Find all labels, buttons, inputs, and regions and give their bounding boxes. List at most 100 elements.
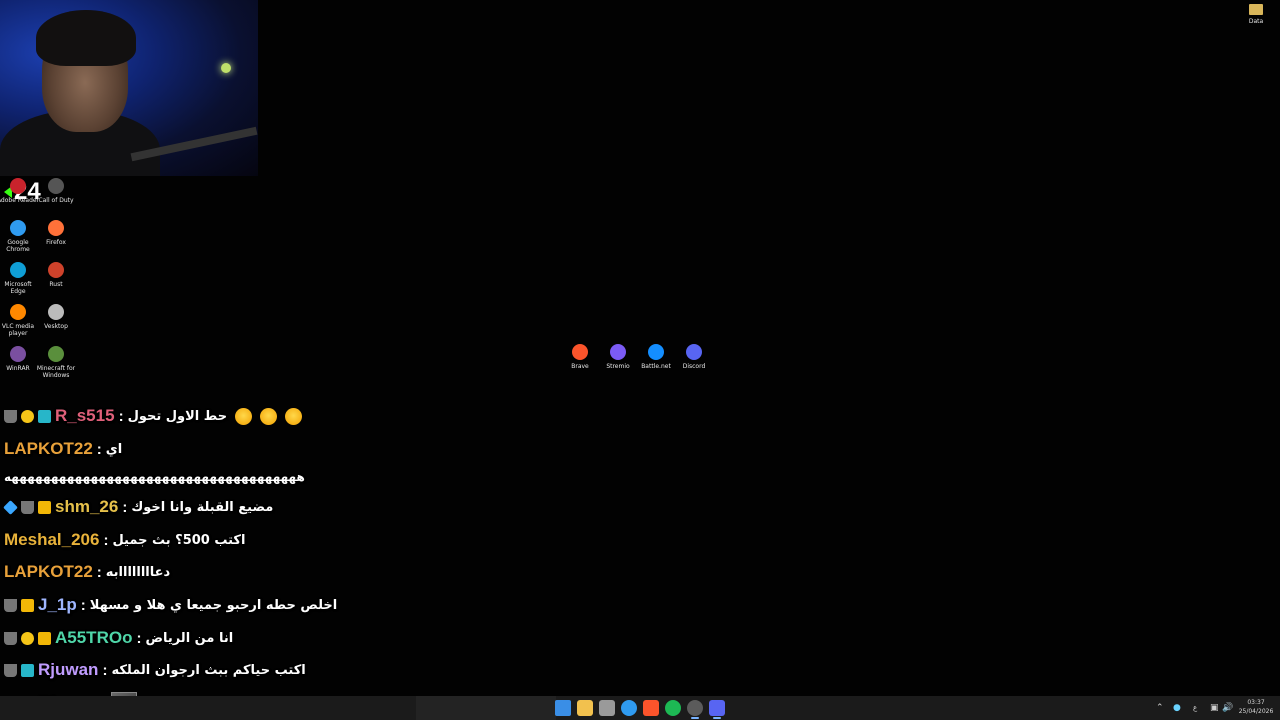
desktop-icon-label: Discord [682, 363, 706, 370]
taskbar-brave-icon[interactable] [643, 700, 659, 716]
chat-text: دعاااااااابه [105, 564, 171, 580]
desktop-icon-label: Vesktop [44, 323, 68, 330]
cube-badge-icon [3, 499, 18, 515]
folder-icon [1249, 4, 1263, 15]
chat-text: اكتب حياكم ببث ارجوان الملكه [111, 662, 306, 678]
chat-message: Rjuwan: اكتب حياكم ببث ارجوان الملكه [4, 656, 306, 684]
system-clock[interactable]: 03:37 25/04/2026 [1236, 698, 1276, 716]
app-icon [10, 220, 26, 236]
crown-badge-icon [38, 631, 51, 645]
taskbar-chrome-icon[interactable] [621, 700, 637, 716]
taskbar-start-icon[interactable] [555, 700, 571, 716]
chat-text: اي [105, 441, 123, 457]
crown-badge-icon [21, 598, 34, 612]
taskbar-store-icon[interactable] [599, 700, 615, 716]
taskbar-discord-icon[interactable] [709, 700, 725, 719]
cup-badge-icon [4, 663, 17, 677]
desktop-icon-data[interactable]: Data [1234, 4, 1278, 25]
desktop-icon-label: Rust [49, 281, 63, 288]
app-icon [10, 304, 26, 320]
chat-text: اكتب 500؟ بث جميل [112, 532, 246, 548]
chat-text: انا من الرياض [145, 630, 234, 646]
desktop-icon-label: Firefox [46, 239, 66, 246]
chat-username: LAPKOT22 [4, 439, 93, 458]
chat-separator: : [96, 563, 102, 581]
chat-message: shm_26: مضيع القبلة وانا اخوك [3, 493, 274, 521]
desktop-icon[interactable]: Minecraft for Windows [34, 346, 78, 379]
chat-separator: : [96, 440, 102, 458]
app-icon [648, 344, 664, 360]
chat-username: Meshal_206 [4, 530, 100, 549]
chat-message: هههههههههههههههههههههههههههههههههههههه [4, 463, 305, 491]
network-icon[interactable]: ▣ [1210, 701, 1219, 715]
chat-username: LAPKOT22 [4, 562, 93, 581]
taskbar: ⌃ ● ع ▣ 🔊 03:37 25/04/2026 [0, 696, 1280, 720]
app-icon [610, 344, 626, 360]
desktop-icon-label: Minecraft for Windows [36, 365, 76, 379]
app-icon [48, 304, 64, 320]
chat-text: مضيع القبلة وانا اخوك [131, 499, 274, 515]
chat-separator: : [118, 407, 124, 425]
chat-text: اخلص حطه ارحبو جميعا ي هلا و مسهلا [89, 597, 338, 613]
clock-date: 25/04/2026 [1238, 708, 1274, 715]
gift-badge-icon [21, 663, 34, 677]
chevron-up-icon[interactable]: ⌃ [1156, 701, 1164, 715]
chat-username: R_s515 [55, 406, 115, 425]
app-icon [10, 262, 26, 278]
chat-message: A55TROo: انا من الرياض [4, 624, 233, 652]
desktop-icon[interactable]: Rust [34, 262, 78, 288]
desktop: 24 Data Adobe Reader Call of Duty Google C… [0, 0, 1280, 696]
chat-message: Rjuwan: [4, 689, 138, 696]
cup-badge-icon [21, 500, 34, 514]
taskbar-file-explorer-icon[interactable] [577, 700, 593, 716]
chat-message: R_s515: حط الاول تحول [4, 402, 303, 430]
app-icon [572, 344, 588, 360]
app-icon [10, 178, 26, 194]
webcam-overlay [0, 0, 258, 176]
desktop-icon[interactable]: Call of Duty [34, 178, 78, 204]
chat-separator: : [80, 596, 86, 614]
chat-message: LAPKOT22: دعاااااااابه [4, 558, 170, 586]
taskbar-obs-icon[interactable] [687, 700, 703, 719]
chat-separator: : [103, 531, 109, 549]
microphone-icon[interactable]: ● [1173, 701, 1181, 715]
chat-text: حط الاول تحول [127, 408, 228, 424]
clock-time: 03:37 [1247, 699, 1265, 706]
chat-username: shm_26 [55, 497, 119, 516]
chat-message: J_1p: اخلص حطه ارحبو جميعا ي هلا و مسهلا [4, 591, 337, 619]
gift-badge-icon [38, 409, 51, 423]
laughing-emoji-icon [285, 407, 303, 425]
desktop-icon[interactable]: Vesktop [34, 304, 78, 330]
streamer-hair [36, 10, 136, 66]
desktop-icon[interactable]: Discord [672, 344, 716, 370]
app-icon [48, 220, 64, 236]
chat-username: J_1p [38, 595, 77, 614]
volume-icon[interactable]: 🔊 [1222, 701, 1233, 715]
chat-separator: : [102, 661, 108, 679]
chat-username: Rjuwan [38, 660, 99, 679]
chat-text: هههههههههههههههههههههههههههههههههههههه [4, 470, 305, 484]
crown-badge-icon [38, 500, 51, 514]
app-icon [686, 344, 702, 360]
chat-message: Meshal_206: اكتب 500؟ بث جميل [4, 526, 245, 554]
chat-separator: : [122, 498, 128, 516]
taskbar-search-area[interactable] [416, 696, 556, 720]
keyboard-language-icon[interactable]: ع [1193, 701, 1197, 715]
taskbar-spotify-icon[interactable] [665, 700, 681, 716]
app-icon [48, 262, 64, 278]
cup-badge-icon [4, 598, 17, 612]
chat-username: A55TROo [55, 628, 133, 647]
app-icon [48, 178, 64, 194]
laughing-emoji-icon [235, 407, 253, 425]
cup-badge-icon [4, 631, 17, 645]
chat-separator: : [136, 629, 142, 647]
laughing-emoji-icon [260, 407, 278, 425]
background-lamp [221, 63, 231, 73]
chat-message: LAPKOT22: اي [4, 435, 122, 463]
app-icon [48, 346, 64, 362]
app-icon [10, 346, 26, 362]
cup-badge-icon [4, 409, 17, 423]
desktop-icon-label: Call of Duty [38, 197, 74, 204]
one-badge-icon [21, 409, 34, 423]
desktop-icon[interactable]: Firefox [34, 220, 78, 246]
